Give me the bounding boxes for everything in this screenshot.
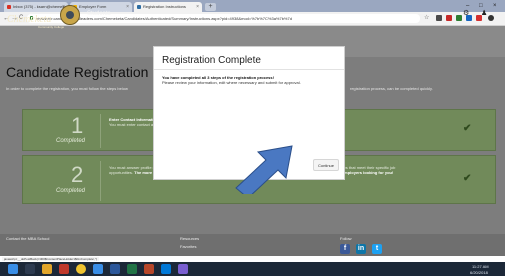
excel-icon[interactable] [127, 264, 137, 274]
clock-date: 6/20/2018 [470, 270, 488, 275]
footer-resources-heading: Resources [180, 236, 200, 241]
step-divider [100, 161, 101, 201]
footer-follow-heading: Follow [340, 236, 352, 241]
task-view-icon[interactable] [25, 264, 35, 274]
edge-icon[interactable] [161, 264, 171, 274]
url-field[interactable]: mycareer.candidate.gradleaders.com/Cheme… [27, 14, 420, 23]
tab-registration-instructions[interactable]: Registration Instructions × [134, 2, 202, 12]
pointer-arrow-icon [235, 145, 293, 194]
file-explorer-icon[interactable] [42, 264, 52, 274]
clock-time: 11:27 AM [472, 264, 489, 269]
dialog-divider [154, 69, 344, 70]
extension-icon[interactable] [436, 15, 442, 21]
footer-contact-link[interactable]: Contact the MBA School [6, 236, 49, 241]
site-logo-subtitle: Community College [38, 25, 65, 29]
intro-text: In order to complete the registration, y… [6, 86, 128, 91]
screen: Inbox (375) - ksarn@chemeka × Employer F… [0, 0, 505, 276]
word-icon[interactable] [110, 264, 120, 274]
nav-students[interactable]: Students [87, 11, 111, 17]
checkmark-icon: ✔ [463, 123, 472, 134]
app-icon[interactable] [178, 264, 188, 274]
site-favicon-icon [137, 5, 141, 9]
footer [0, 234, 505, 256]
extension-icon[interactable] [446, 15, 452, 21]
app-icon[interactable] [59, 264, 69, 274]
step-number: 2 [71, 162, 84, 187]
twitter-icon[interactable]: t [372, 244, 382, 254]
intro-text-right: registration process, can be completed q… [350, 86, 433, 91]
tab-inbox[interactable]: Inbox (375) - ksarn@chemeka × [4, 2, 68, 12]
step-number: 1 [71, 113, 84, 138]
linkedin-icon[interactable]: in [356, 244, 366, 254]
college-seal-icon [60, 5, 80, 25]
checkmark-icon: ✔ [463, 173, 472, 184]
step-description: Enter Contact Information You must enter… [109, 117, 158, 127]
tab-label: Employer Form [79, 4, 107, 9]
tab-label: Registration Instructions [143, 4, 186, 9]
dialog-title: Registration Complete [162, 55, 261, 66]
facebook-icon[interactable]: f [340, 244, 350, 254]
status-bar-url: javascript:__doPostBack('ctl00$ContentPl… [2, 257, 100, 261]
app-icon[interactable] [93, 264, 103, 274]
step-body: You must enter contact and [109, 122, 158, 127]
footer-resources-link[interactable]: Favorites [180, 244, 196, 249]
tab-close-icon[interactable]: × [126, 2, 129, 12]
powerpoint-icon[interactable] [144, 264, 154, 274]
user-icon[interactable]: ♟ [481, 9, 487, 17]
close-window-button[interactable]: × [493, 0, 497, 12]
tab-close-icon[interactable]: × [196, 2, 199, 12]
start-icon[interactable] [8, 264, 18, 274]
page-title: Candidate Registration [6, 64, 149, 80]
menu-icon[interactable] [488, 15, 494, 21]
bookmark-star-icon[interactable]: ☆ [424, 13, 429, 24]
step-status: Completed [56, 188, 86, 194]
dialog-body: You have completed all 3 steps of the re… [162, 75, 312, 85]
dialog-message: Please review your information, edit whe… [162, 80, 301, 85]
tab-label: Inbox (375) - ksarn@chemeka [13, 4, 67, 9]
step-divider [100, 114, 101, 148]
settings-icon[interactable]: ⚙ [463, 9, 469, 17]
gmail-icon [7, 5, 11, 9]
site-logo[interactable]: Chemeketa [7, 14, 51, 25]
chrome-icon[interactable] [76, 264, 86, 274]
step-status: Completed [56, 138, 86, 144]
extension-icon[interactable] [456, 15, 462, 21]
new-tab-button[interactable]: + [205, 3, 216, 11]
continue-button[interactable]: Continue [313, 159, 339, 171]
